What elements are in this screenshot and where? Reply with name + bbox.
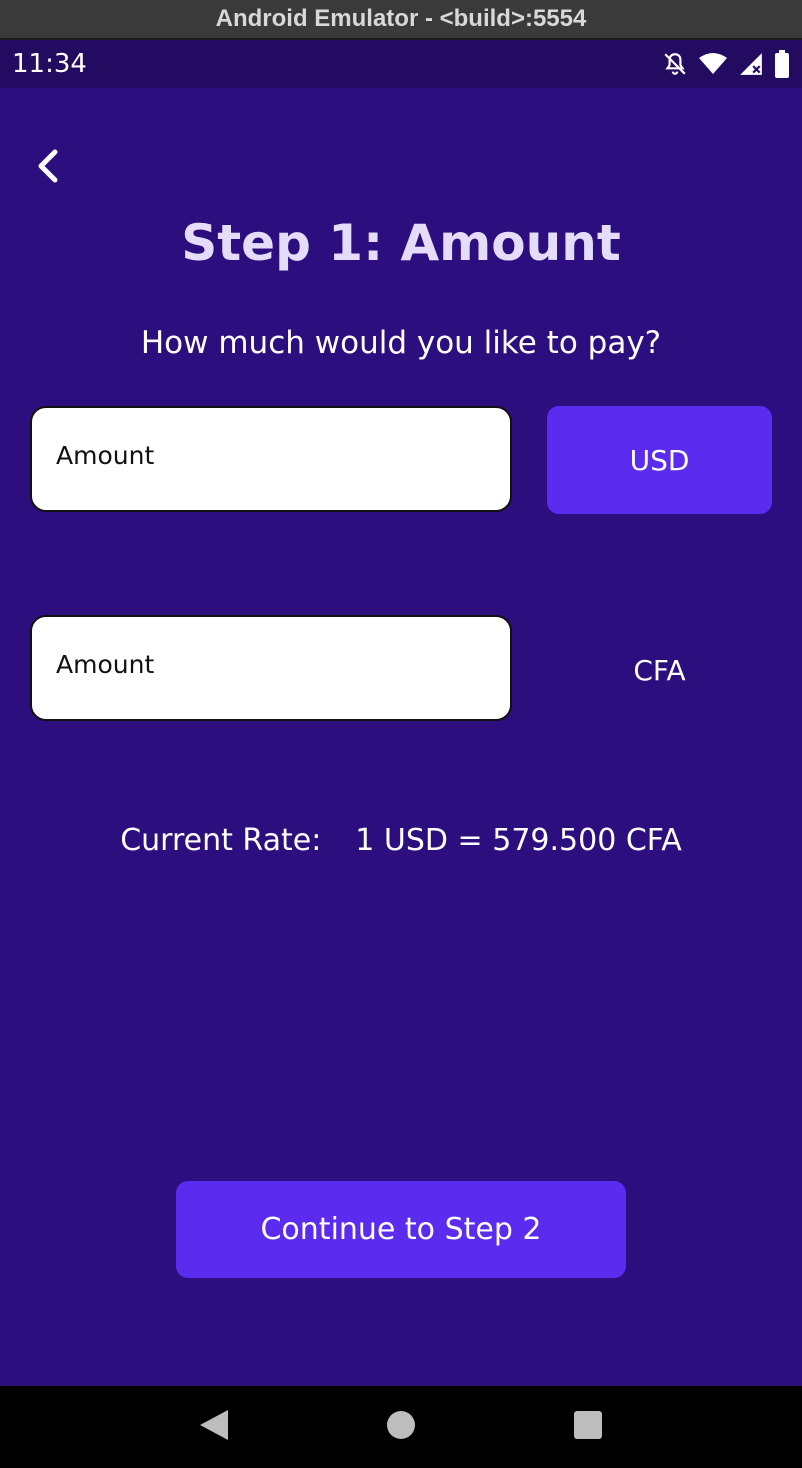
wifi-icon <box>698 51 728 77</box>
emulator-title: Android Emulator - <build>:5554 <box>215 5 587 32</box>
battery-icon <box>774 50 790 78</box>
exchange-rate-row: Current Rate: 1 USD = 579.500 CFA <box>0 823 802 858</box>
target-currency-label: CFA <box>633 653 686 687</box>
page-subtitle: How much would you like to pay? <box>140 325 662 361</box>
continue-label: Continue to Step 2 <box>260 1212 542 1247</box>
page-title: Step 1: Amount <box>181 214 621 272</box>
source-amount-input[interactable] <box>56 440 510 470</box>
nav-home-button[interactable] <box>371 1397 431 1457</box>
recents-square-icon <box>573 1410 603 1444</box>
chevron-left-icon <box>33 148 63 188</box>
emulator-title-bar: Android Emulator - <build>:5554 <box>0 0 802 40</box>
status-time: 11:34 <box>12 49 87 79</box>
target-amount-input[interactable] <box>56 649 510 679</box>
target-amount-field[interactable] <box>30 615 512 721</box>
source-currency-button[interactable]: USD <box>547 406 772 514</box>
continue-button[interactable]: Continue to Step 2 <box>176 1181 626 1278</box>
signal-icon <box>738 51 764 77</box>
nav-recents-button[interactable] <box>558 1397 618 1457</box>
back-button[interactable] <box>26 146 70 190</box>
rate-value: 1 USD = 579.500 CFA <box>355 823 682 858</box>
status-icons <box>662 50 790 78</box>
source-amount-field[interactable] <box>30 406 512 512</box>
system-nav-bar <box>0 1386 802 1468</box>
rate-label: Current Rate: <box>120 823 322 858</box>
source-currency-label: USD <box>629 443 690 477</box>
nav-back-button[interactable] <box>184 1397 244 1457</box>
notifications-off-icon <box>662 51 688 77</box>
back-triangle-icon <box>198 1408 230 1446</box>
home-circle-icon <box>386 1410 416 1444</box>
status-bar: 11:34 <box>0 40 802 88</box>
